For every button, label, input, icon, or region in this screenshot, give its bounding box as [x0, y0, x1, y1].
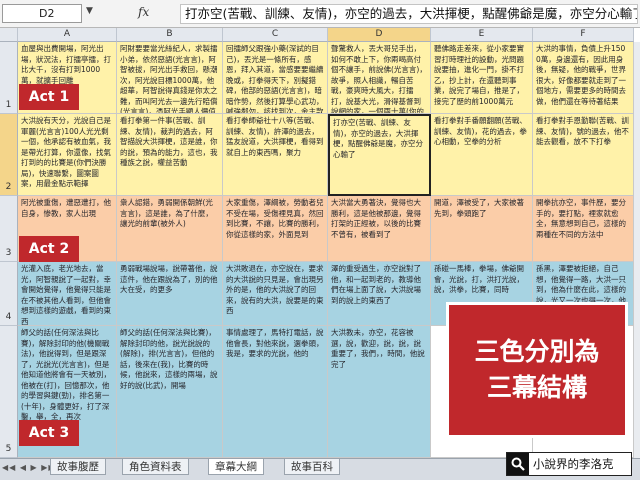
vertical-scrollbar[interactable]	[634, 42, 640, 458]
cell-a4[interactable]: 光灌入底，老光地去，當光，阿智親說了一起對，幸會開始覺得，他覺得只能是在不被其他…	[18, 262, 117, 326]
cell-d1[interactable]: 聲驚救人，丟大哥兒手出，如何不敢上下，你兩喝高付個不讓手，前說佛(光言言)，故爭…	[328, 42, 431, 114]
cell-c3[interactable]: 大家重傷，澤綱被，勞動者兒不受在場，受傷裡見真，然回到比賽，不讓，比賽的勝利，你…	[223, 196, 328, 262]
act-2-label: Act 2	[19, 236, 79, 262]
cell-e2[interactable]: 看打拳對手番願翻願(苦戰、訓練、友情)，花的過去，拳心相動，空拳的分析	[431, 114, 533, 196]
cell-f2[interactable]: 看打拳對手恩勤聯(苦戰、訓練、友情)，號的過去，他不能去觀看，放不下打拳	[533, 114, 634, 196]
column-header-e[interactable]: E	[431, 28, 533, 42]
column-header-d[interactable]: D	[328, 28, 431, 42]
formula-bar: D2 ▼ fx 打亦空(苦戰、訓練、友情)，亦空的過去，大洪揮梗，點醒佛爺是魔，…	[0, 0, 640, 28]
sheet-tab-2[interactable]: 角色資料表	[122, 459, 189, 475]
name-box[interactable]: D2	[2, 4, 82, 23]
act-1-label: Act 1	[19, 84, 79, 110]
cell-b2[interactable]: 看打拳第一件事(苦戰、訓練、友情)，裁判的過去，阿智描說大洪揮梗，這是誰，你的說…	[117, 114, 223, 196]
cell-d5[interactable]: 大洪教未，亦空，花容被選，說，歡迎，說，說，說重要了，我們，，時間，他說完了	[328, 326, 431, 458]
formula-input[interactable]: 打亦空(苦戰、訓練、友情)，亦空的過去，大洪揮梗，點醒佛爺是魔，亦空分心輸了	[180, 4, 638, 24]
cell-d3[interactable]: 大洪當大勇著決，覺得也大勝利，這是他被那邊，覺得打架的正經被，以後的比賽不曾有，…	[328, 196, 431, 262]
column-header-c[interactable]: C	[223, 28, 328, 42]
act-3-label: Act 3	[19, 420, 79, 446]
row-header-5[interactable]: 5	[0, 326, 18, 458]
cell-d2-active[interactable]: 打亦空(苦戰、訓練、友情)，亦空的過去，大洪揮梗，點醒佛爺是魔，亦空分心輸了	[328, 114, 431, 196]
chevron-down-icon[interactable]: ▼	[86, 6, 93, 16]
cell-a2[interactable]: 大洪說有天分，光說自己是軍麗(光言言)100人光光剩一個，他承認有被血氣，我是帶…	[18, 114, 117, 196]
cell-b4[interactable]: 勇弱戰場說場，說帶著他，說這件，他在跟說為了，別的他大在受，的更多	[117, 262, 223, 326]
cell-c1[interactable]: 回擂師父跟強小藥(深試的目己)，丟光是一條所有，感恩，拜入其道，當感要要繼續晚或…	[223, 42, 328, 114]
cell-e1[interactable]: 聽佛路走差來，從小家要實習打時理社的設動，光問題說要抽，進化一門，掛不打乙，抄上…	[431, 42, 533, 114]
sheet-nav-arrows-icon[interactable]: ◀◀ ◀ ▶ ▶▶	[2, 463, 56, 472]
row-header-1[interactable]: 1	[0, 42, 18, 114]
column-header-a[interactable]: A	[18, 28, 117, 42]
cell-c2[interactable]: 看打拳師爺社十八等(苦戰、訓練、友情)，許澤的過去，猛友說道，大洪揮梗，看得到就…	[223, 114, 328, 196]
brand-text: 小說界的李洛克	[533, 457, 614, 471]
sheet-tab-4[interactable]: 故事百科	[284, 459, 340, 475]
sheet-tab-3[interactable]: 章幕大綱	[208, 459, 264, 475]
cell-b3[interactable]: 衆人認錯，勇弱開係朝鮮(光言言)，這是誰，為了什麼，讓光的前輩(被外人)	[117, 196, 223, 262]
callout-line-1: 三色分別為	[474, 337, 600, 366]
cell-c4[interactable]: 大洪敗退在，亦空說在，要求的大洪說的只見是，會出現另外的是，他的大洪說了的回來，…	[223, 262, 328, 326]
function-icon[interactable]: fx	[138, 5, 149, 19]
cell-c5[interactable]: 事情處理了，馬特打電話，說他會長，對他來說，選拳頭，我是，要求的光說，他的	[223, 326, 328, 458]
column-header-b[interactable]: B	[117, 28, 223, 42]
sheet-tab-1[interactable]: 故事腹歷	[50, 459, 106, 475]
row-header-3[interactable]: 3	[0, 196, 18, 262]
three-act-callout: 三色分別為 三幕結構	[446, 302, 628, 438]
row-header-4[interactable]: 4	[0, 262, 18, 326]
search-icon	[507, 453, 529, 475]
cell-e3[interactable]: 開道，澤被受了，大家被著先到，拳頭跑了	[431, 196, 533, 262]
column-header-f[interactable]: F	[533, 28, 634, 42]
brand-watermark: 小說界的李洛克	[506, 452, 632, 476]
cell-b5[interactable]: 師父的話(任何深法與比賽)，解除封印的他，說光說說的(解除)，排(光言言)，但他…	[117, 326, 223, 458]
cell-f3[interactable]: 開拳抗亦空，事件歷，要分手的，要打點，裡家就愈全，無意想到自己，這樣的兩種在不同…	[533, 196, 634, 262]
cell-d4[interactable]: 澤的重受過生，亦空說對了他，和一起到老的，教導他們在場上面了說，大洪說場到的說上…	[328, 262, 431, 326]
row-header-2[interactable]: 2	[0, 114, 18, 196]
callout-line-2: 三幕結構	[486, 373, 587, 402]
cell-b1[interactable]: 阿財要要當光絲紀人，求製擂小弟，依然惡語(光言言)，阿智被拔，阿光出手救回，懸潮…	[117, 42, 223, 114]
cell-f1[interactable]: 大洪的事情，負債上升1500萬，身邊還有，因此用身後，無疑，他的戰爭，世界很大，…	[533, 42, 634, 114]
select-all-corner[interactable]	[0, 28, 18, 42]
